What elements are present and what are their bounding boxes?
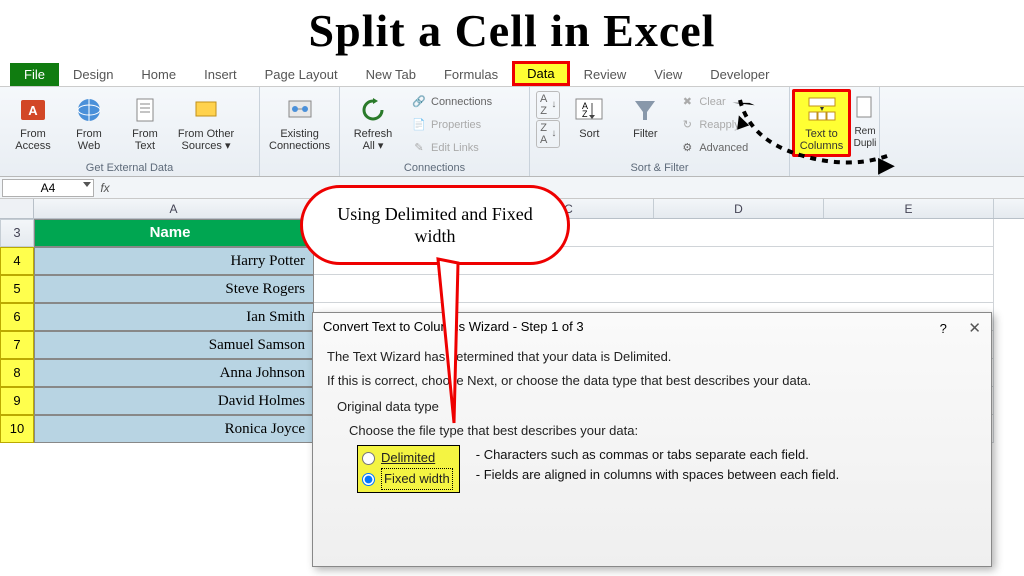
tab-insert[interactable]: Insert <box>190 63 251 86</box>
cell-name[interactable]: Steve Rogers <box>34 275 314 303</box>
tab-formulas[interactable]: Formulas <box>430 63 512 86</box>
properties-label: Properties <box>431 119 481 131</box>
fx-label: fx <box>96 181 114 195</box>
connections-label: Connections <box>431 96 492 108</box>
close-icon[interactable]: ✕ <box>968 320 981 337</box>
sort-az-button[interactable]: AZ↓ <box>536 91 560 119</box>
col-header-e[interactable]: E <box>824 199 994 218</box>
filter-label: Filter <box>633 128 657 140</box>
reapply-icon: ↻ <box>679 117 695 133</box>
tab-design[interactable]: Design <box>59 63 127 86</box>
edit-links-icon: ✎ <box>411 140 427 156</box>
from-web-label: From Web <box>65 128 113 152</box>
from-text-label: From Text <box>121 128 169 152</box>
clear-icon: ✖ <box>679 94 695 110</box>
tab-developer[interactable]: Developer <box>696 63 783 86</box>
row-header[interactable]: 4 <box>0 247 34 275</box>
cell-name[interactable]: Harry Potter <box>34 247 314 275</box>
delimited-option[interactable]: Delimited <box>360 448 453 468</box>
col-header-d[interactable]: D <box>654 199 824 218</box>
row-header[interactable]: 5 <box>0 275 34 303</box>
svg-text:A: A <box>28 103 38 118</box>
cell-a3-header[interactable]: Name <box>34 219 314 247</box>
cell-name[interactable]: Anna Johnson <box>34 359 314 387</box>
name-box[interactable]: A4 <box>2 179 94 197</box>
select-all-corner[interactable] <box>0 199 34 218</box>
sources-icon <box>190 94 222 126</box>
clear-label: Clear <box>699 96 725 108</box>
advanced-icon: ⚙ <box>679 140 695 156</box>
access-icon: A <box>17 94 49 126</box>
row-header[interactable]: 8 <box>0 359 34 387</box>
from-other-sources-button[interactable]: From Other Sources ▾ <box>174 91 238 155</box>
arrow-right-icon: ▶ <box>878 152 895 178</box>
refresh-icon <box>357 94 389 126</box>
text-to-columns-wizard: Convert Text to Columns Wizard - Step 1 … <box>312 312 992 567</box>
tab-file[interactable]: File <box>10 63 59 86</box>
svg-text:Z: Z <box>582 109 588 119</box>
group-connections-label: Connections <box>346 160 523 174</box>
row-header[interactable]: 6 <box>0 303 34 331</box>
tab-page-layout[interactable]: Page Layout <box>251 63 352 86</box>
delimited-label: Delimited <box>381 448 435 468</box>
properties-button[interactable]: 📄 Properties <box>406 114 497 136</box>
row-header[interactable]: 7 <box>0 331 34 359</box>
tab-new-tab[interactable]: New Tab <box>352 63 430 86</box>
existing-connections-button[interactable]: Existing Connections <box>266 91 333 155</box>
tab-view[interactable]: View <box>640 63 696 86</box>
fixed-width-radio[interactable] <box>362 473 375 486</box>
from-access-label: From Access <box>9 128 57 152</box>
cell-name[interactable]: David Holmes <box>34 387 314 415</box>
fixed-width-desc: - Fields are aligned in columns with spa… <box>476 465 839 485</box>
sort-label: Sort <box>579 128 599 140</box>
refresh-all-button[interactable]: Refresh All ▾ <box>346 91 400 155</box>
properties-icon: 📄 <box>411 117 427 133</box>
callout-tail-icon <box>418 247 498 427</box>
from-text-button[interactable]: From Text <box>118 91 172 155</box>
connections-button[interactable]: 🔗 Connections <box>406 91 497 113</box>
name-box-value: A4 <box>41 181 56 195</box>
row-header[interactable]: 3 <box>0 219 34 247</box>
delimited-radio[interactable] <box>362 452 375 465</box>
tab-review[interactable]: Review <box>570 63 641 86</box>
edit-links-button[interactable]: ✎ Edit Links <box>406 137 497 159</box>
page-title: Split a Cell in Excel <box>0 0 1024 63</box>
existing-conn-label: Existing Connections <box>269 128 330 152</box>
tab-home[interactable]: Home <box>127 63 190 86</box>
text-file-icon <box>129 94 161 126</box>
connections-icon <box>284 94 316 126</box>
row-header[interactable]: 10 <box>0 415 34 443</box>
sort-za-button[interactable]: ZA↓ <box>536 120 560 148</box>
help-button[interactable]: ? <box>940 321 947 336</box>
from-access-button[interactable]: A From Access <box>6 91 60 155</box>
funnel-icon <box>629 94 661 126</box>
fixed-width-label: Fixed width <box>381 468 453 490</box>
fixed-width-option[interactable]: Fixed width <box>360 468 453 490</box>
ribbon-tabs: File Design Home Insert Page Layout New … <box>0 63 1024 87</box>
wizard-titlebar: Convert Text to Columns Wizard - Step 1 … <box>313 313 991 343</box>
link-icon: 🔗 <box>411 94 427 110</box>
row-header[interactable]: 9 <box>0 387 34 415</box>
refresh-label: Refresh All ▾ <box>349 128 397 152</box>
sort-button[interactable]: AZ Sort <box>562 91 616 143</box>
from-other-label: From Other Sources ▾ <box>177 128 235 152</box>
cell-name[interactable]: Ronica Joyce <box>34 415 314 443</box>
filter-button[interactable]: Filter <box>618 91 672 143</box>
edit-links-label: Edit Links <box>431 142 479 154</box>
cell-name[interactable]: Samuel Samson <box>34 331 314 359</box>
sort-icon: AZ <box>573 94 605 126</box>
chevron-down-icon[interactable] <box>83 182 91 187</box>
group-get-external-data-label: Get External Data <box>6 160 253 174</box>
cell-name[interactable]: Ian Smith <box>34 303 314 331</box>
tab-data[interactable]: Data <box>512 61 569 86</box>
from-web-button[interactable]: From Web <box>62 91 116 155</box>
callout: Using Delimited and Fixed width <box>300 185 570 295</box>
wizard-options-box: Delimited Fixed width <box>357 445 460 493</box>
col-header-a[interactable]: A <box>34 199 314 218</box>
delimited-desc: - Characters such as commas or tabs sepa… <box>476 445 839 465</box>
globe-icon <box>73 94 105 126</box>
